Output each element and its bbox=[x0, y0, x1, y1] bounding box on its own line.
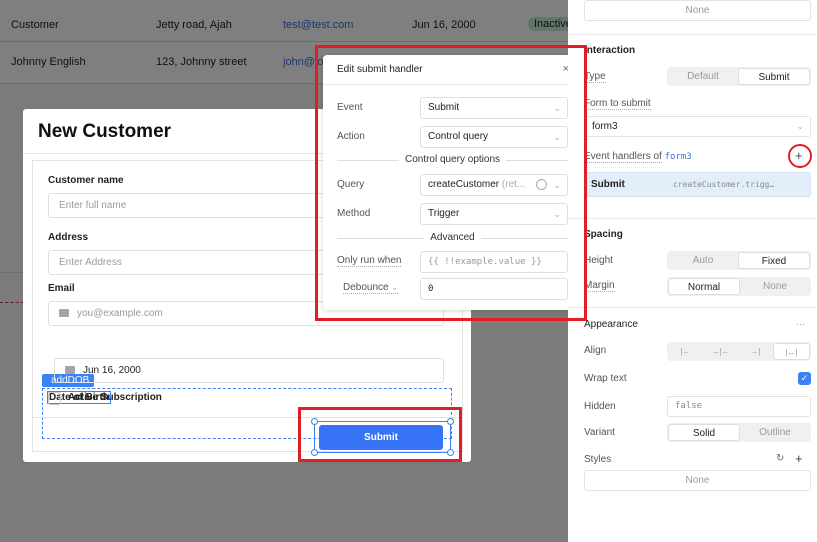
annotation-circle bbox=[788, 144, 812, 168]
hidden-input[interactable]: false bbox=[667, 396, 811, 417]
address-label: Address bbox=[48, 232, 89, 243]
align-stretch-icon[interactable]: |↔| bbox=[773, 343, 810, 360]
dob-input[interactable]: Jun 16, 2000 bbox=[54, 358, 444, 383]
align-right-icon[interactable]: →| bbox=[738, 343, 773, 360]
customer-name-label: Customer name bbox=[48, 175, 124, 186]
refresh-icon[interactable]: ↻ bbox=[776, 453, 784, 464]
form-value: form3 bbox=[592, 121, 618, 132]
annotation-box-submit bbox=[298, 407, 462, 462]
wrap-text-checkbox[interactable]: ✓ bbox=[798, 372, 811, 385]
variant-option-outline[interactable]: Outline bbox=[740, 424, 810, 441]
chevron-down-icon: ⌄ bbox=[796, 121, 804, 131]
height-option-fixed[interactable]: Fixed bbox=[738, 252, 810, 269]
margin-option-normal[interactable]: Normal bbox=[668, 278, 740, 295]
handler-query: createCustomer.trigg… bbox=[673, 180, 775, 189]
margin-toggle[interactable]: Normal None bbox=[667, 277, 811, 296]
appearance-section-title: Appearance bbox=[584, 319, 638, 330]
more-options-icon[interactable]: ··· bbox=[796, 319, 805, 329]
placeholder: Enter Address bbox=[59, 257, 122, 268]
type-option-default[interactable]: Default bbox=[668, 68, 738, 85]
annotation-box-popover bbox=[315, 45, 587, 321]
event-handler-row[interactable]: Submit createCustomer.trigg… bbox=[584, 172, 811, 197]
form-to-submit-select[interactable]: form3 ⌄ bbox=[584, 116, 811, 137]
divider bbox=[568, 218, 817, 219]
align-left-icon[interactable]: |← bbox=[668, 343, 703, 360]
variant-option-solid[interactable]: Solid bbox=[668, 424, 740, 441]
margin-option-none[interactable]: None bbox=[740, 278, 810, 295]
height-toggle[interactable]: Auto Fixed bbox=[667, 251, 811, 270]
wrap-text-label: Wrap text bbox=[584, 373, 627, 384]
placeholder: Enter full name bbox=[59, 200, 127, 211]
divider bbox=[568, 307, 817, 308]
type-option-submit[interactable]: Submit bbox=[738, 68, 810, 85]
hidden-label: Hidden bbox=[584, 401, 616, 412]
margin-label: Margin bbox=[584, 280, 615, 292]
dob-value: Jun 16, 2000 bbox=[83, 365, 141, 376]
handlers-text: Event handlers of bbox=[584, 151, 662, 163]
event-handlers-label: Event handlers of form3 bbox=[584, 151, 692, 163]
styles-label: Styles bbox=[584, 454, 612, 465]
calendar-icon bbox=[65, 366, 75, 375]
form-to-submit-label: Form to submit bbox=[584, 98, 651, 110]
spacing-section-title: Spacing bbox=[584, 229, 623, 240]
variant-toggle[interactable]: Solid Outline bbox=[667, 423, 811, 442]
handler-event: Submit bbox=[591, 179, 625, 190]
top-none-box[interactable]: None bbox=[584, 0, 811, 21]
variant-label: Variant bbox=[584, 427, 615, 438]
type-toggle[interactable]: Default Submit bbox=[667, 67, 811, 86]
type-label: Type bbox=[584, 71, 606, 83]
modal-title: New Customer bbox=[38, 121, 172, 142]
align-center-icon[interactable]: →|← bbox=[703, 343, 738, 360]
email-label: Email bbox=[48, 283, 75, 294]
height-label: Height bbox=[584, 255, 613, 266]
align-label: Align bbox=[584, 345, 607, 356]
styles-box[interactable]: None bbox=[584, 470, 811, 491]
placeholder: you@example.com bbox=[77, 308, 163, 319]
add-style-icon[interactable]: + bbox=[795, 451, 803, 466]
active-subscription-checkbox[interactable] bbox=[48, 392, 61, 405]
inspector-panel: None Interaction Type Default Submit For… bbox=[568, 0, 817, 542]
mail-icon bbox=[59, 309, 69, 318]
align-toggle[interactable]: |← →|← →| |↔| bbox=[667, 342, 811, 361]
height-option-auto[interactable]: Auto bbox=[668, 252, 738, 269]
form-link[interactable]: form3 bbox=[665, 152, 692, 162]
interaction-section-title: Interaction bbox=[584, 45, 636, 56]
divider bbox=[568, 34, 817, 35]
active-subscription-label: Active Subscription bbox=[68, 392, 162, 403]
